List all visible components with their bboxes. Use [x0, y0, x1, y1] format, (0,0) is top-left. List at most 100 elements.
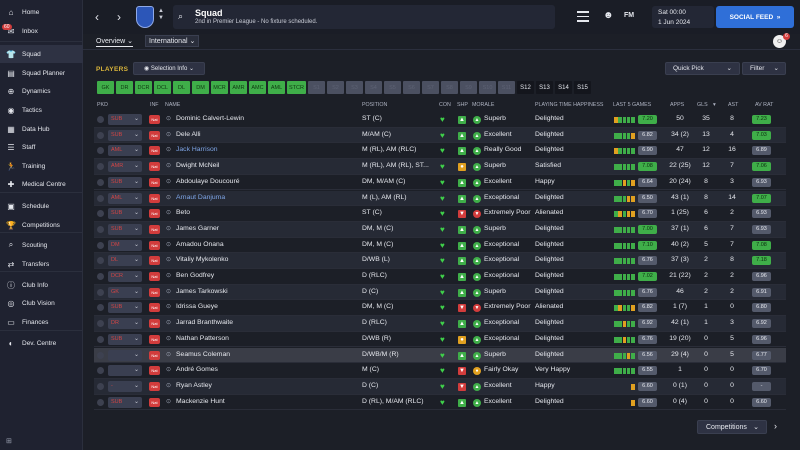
position-filter-dm[interactable]: DM — [192, 81, 209, 94]
sort-desc-icon[interactable]: ▾ — [713, 102, 716, 108]
table-row[interactable]: AMR ⌄ Nat ⊙ Dwight McNeil M (RL), AM (RL), ST… — [94, 159, 786, 175]
forward-arrow-icon[interactable]: › — [117, 10, 121, 24]
picked-position-dropdown[interactable]: DL ⌄ — [108, 255, 142, 267]
position-filter-mcr[interactable]: MCR — [211, 81, 228, 94]
position-filter-s11[interactable]: S11 — [498, 81, 515, 94]
column-header-apps[interactable]: APPS — [670, 102, 684, 108]
column-header-name[interactable]: NAME — [165, 102, 180, 108]
social-feed-button[interactable]: SOCIAL FEED » — [716, 6, 794, 28]
info-flag-icon[interactable]: Nat — [149, 177, 160, 187]
row-select-checkbox[interactable] — [97, 398, 104, 406]
position-filter-amc[interactable]: AMC — [249, 81, 266, 94]
club-crest[interactable] — [136, 6, 154, 28]
row-select-checkbox[interactable] — [97, 241, 104, 249]
row-select-checkbox[interactable] — [97, 273, 104, 280]
table-row[interactable]: AML ⌄ Nat ⊙ Arnaut Danjuma M (L), AM (RL) ♥ ▲ ▲ E… — [94, 190, 786, 207]
sidebar-item-club-info[interactable]: ⓘ Club Info — [0, 276, 83, 294]
player-name[interactable]: Nathan Patterson — [176, 335, 229, 342]
sidebar-item-inbox[interactable]: ✉ Inbox 60 — [0, 22, 83, 40]
row-select-checkbox[interactable] — [97, 116, 104, 123]
picked-position-dropdown[interactable]: - ⌄ — [108, 380, 142, 392]
picked-position-dropdown[interactable]: ⌄ — [108, 365, 142, 377]
table-row[interactable]: ⌄ Nat ⊙ Seamus Coleman D/WB/M (R) ♥ ▲ ▲ Superb De… — [94, 347, 786, 364]
position-filter-s9[interactable]: S9 — [460, 81, 477, 94]
quick-pick-dropdown[interactable]: Quick Pick ⌄ — [665, 62, 740, 75]
player-name[interactable]: André Gomes — [176, 366, 218, 373]
table-row[interactable]: AML ⌄ Nat ⊙ Jack Harrison M (RL), AM (RLC) ♥ ▲ ▲… — [94, 143, 786, 160]
sidebar-item-schedule[interactable]: ▣ Schedule — [0, 197, 83, 215]
menu-icon[interactable] — [577, 11, 589, 25]
info-flag-icon[interactable]: Nat — [149, 146, 160, 156]
table-row[interactable]: DCR ⌄ Nat ⊙ Ben Godfrey D (RLC) ♥ ▲ ▲ Exceptional… — [94, 269, 786, 285]
position-filter-dr[interactable]: DR — [116, 81, 133, 94]
position-filter-s14[interactable]: S14 — [555, 81, 572, 94]
position-filter-s13[interactable]: S13 — [536, 81, 553, 94]
player-name[interactable]: Dele Alli — [176, 131, 201, 138]
table-row[interactable]: SUB ⌄ Nat ⊙ Nathan Patterson D/WB (R) ♥ ● ▲ Excep… — [94, 332, 786, 348]
competitions-dropdown[interactable]: Competitions ⌄ — [697, 420, 767, 434]
sidebar-item-data-hub[interactable]: ▦ Data Hub — [0, 120, 83, 138]
position-filter-dl[interactable]: DL — [173, 81, 190, 94]
picked-position-dropdown[interactable]: SUB ⌄ — [108, 208, 142, 220]
picked-position-dropdown[interactable]: DM ⌄ — [108, 239, 142, 251]
info-flag-icon[interactable]: Nat — [149, 366, 160, 376]
player-name[interactable]: Jarrad Branthwaite — [176, 319, 233, 326]
column-header-avrat[interactable]: AV RAT — [755, 102, 773, 108]
table-row[interactable]: SUB ⌄ Nat ⊙ Dele Alli M/AM (C) ♥ ▲ ▲ Excellent Del… — [94, 127, 786, 144]
tab-overview[interactable]: Overview ⌄ — [96, 37, 133, 47]
row-select-checkbox[interactable] — [97, 351, 104, 359]
picked-position-dropdown[interactable]: GK ⌄ — [108, 286, 142, 298]
column-header-con[interactable]: CON — [439, 102, 451, 108]
info-flag-icon[interactable]: Nat — [149, 162, 160, 172]
column-header-playing-time[interactable]: PLAYING TIME HAPPINESS — [535, 102, 603, 108]
next-arrow-icon[interactable]: › — [774, 421, 777, 431]
selection-info-button[interactable]: ◉ Selection Info ⌄ — [133, 62, 205, 75]
column-header-last5[interactable]: LAST 5 GAMES — [613, 102, 651, 108]
table-row[interactable]: DM ⌄ Nat ⊙ Amadou Onana DM, M (C) ♥ ▲ ▲ Exception… — [94, 238, 786, 254]
row-select-checkbox[interactable] — [97, 131, 104, 139]
position-filter-s3[interactable]: S3 — [346, 81, 363, 94]
table-row[interactable]: - ⌄ Nat ⊙ Ryan Astley D (C) ♥ ▼ ▲ Excellent Happy 6… — [94, 378, 786, 395]
info-flag-icon[interactable]: Nat — [149, 397, 160, 407]
column-header-morale[interactable]: MORALE — [472, 102, 494, 108]
player-name[interactable]: Beto — [176, 209, 190, 216]
filter-dropdown[interactable]: Filter ⌄ — [742, 62, 786, 75]
info-flag-icon[interactable]: Nat — [149, 381, 160, 391]
picked-position-dropdown[interactable]: AML ⌄ — [108, 192, 142, 204]
search-icon[interactable]: ⌕ — [178, 11, 183, 22]
table-row[interactable]: SUB ⌄ Nat ⊙ Abdoulaye Doucouré DM, M/AM (C) ♥ ▲… — [94, 175, 786, 191]
player-name[interactable]: Amadou Onana — [176, 241, 224, 248]
sidebar-item-finances[interactable]: ▭ Finances — [0, 313, 83, 331]
picked-position-dropdown[interactable]: SUB ⌄ — [108, 302, 142, 314]
sidebar-item-dev-centre[interactable]: ◐ Dev. Centre — [0, 334, 83, 352]
position-filter-s2[interactable]: S2 — [327, 81, 344, 94]
player-name[interactable]: Abdoulaye Doucouré — [176, 178, 239, 185]
info-flag-icon[interactable]: Nat — [149, 130, 160, 140]
row-select-checkbox[interactable] — [97, 288, 104, 296]
column-header-position[interactable]: POSITION — [362, 102, 387, 108]
sidebar-item-scouting[interactable]: ⌕ Scouting — [0, 236, 83, 254]
sidebar-item-training[interactable]: 🏃 Training — [0, 157, 83, 175]
row-select-checkbox[interactable] — [97, 147, 104, 155]
column-header-gls[interactable]: GLS — [697, 102, 708, 108]
player-name[interactable]: Jack Harrison — [176, 146, 218, 153]
sidebar-item-club-vision[interactable]: ◎ Club Vision — [0, 294, 83, 312]
info-flag-icon[interactable]: Nat — [149, 240, 160, 250]
date-box[interactable]: Sat 00:00 1 Jun 2024 — [652, 6, 714, 28]
row-select-checkbox[interactable] — [97, 382, 104, 390]
position-filter-s6[interactable]: S6 — [403, 81, 420, 94]
table-row[interactable]: DL ⌄ Nat ⊙ Vitaliy Mykolenko D/WB (L) ♥ ▲ ▲ Excep… — [94, 253, 786, 269]
column-header-pkd[interactable]: PKD — [97, 102, 108, 108]
info-flag-icon[interactable]: Nat — [149, 334, 160, 344]
position-filter-stcr[interactable]: STCR — [287, 81, 306, 94]
sidebar-item-dynamics[interactable]: ⊕ Dynamics — [0, 82, 83, 100]
player-name[interactable]: Mackenzie Hunt — [176, 398, 225, 405]
position-filter-s1[interactable]: S1 — [308, 81, 325, 94]
position-filter-s12[interactable]: S12 — [517, 81, 534, 94]
player-name[interactable]: Ryan Astley — [176, 382, 212, 389]
picked-position-dropdown[interactable]: ⌄ — [108, 349, 142, 361]
table-row[interactable]: GK ⌄ Nat ⊙ James Tarkowski D (C) ♥ ▲ ▲ Superb Deli… — [94, 284, 786, 301]
info-flag-icon[interactable]: Nat — [149, 256, 160, 266]
sidebar-item-squad[interactable]: 👕 Squad — [0, 45, 83, 63]
table-row[interactable]: SUB ⌄ Nat ⊙ James Garner DM, M (C) ♥ ▲ ▲ Superb De… — [94, 221, 786, 238]
